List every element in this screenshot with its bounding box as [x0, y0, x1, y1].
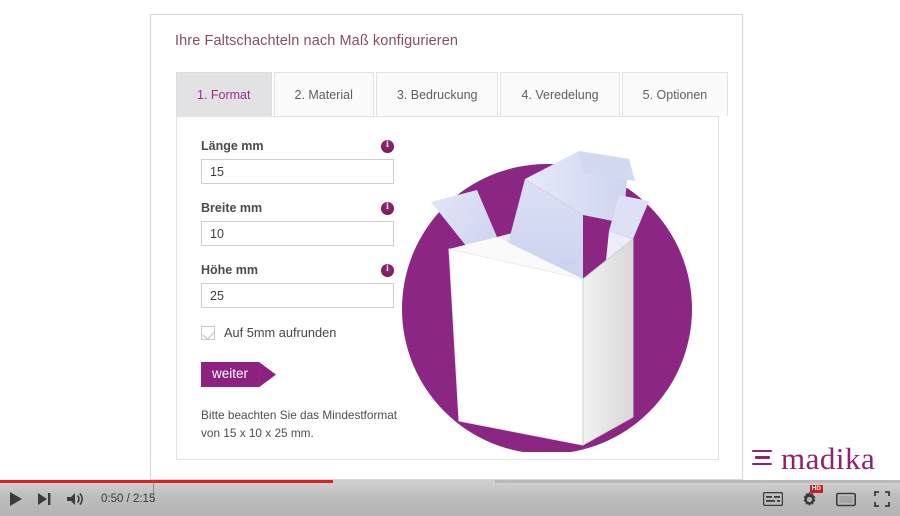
- field-laenge-label: Länge mm: [201, 139, 264, 153]
- tab-format[interactable]: 1. Format: [176, 72, 272, 116]
- hint-line-2: von 15 x 10 x 25 mm.: [201, 426, 314, 441]
- next-icon[interactable]: [37, 491, 52, 507]
- settings-button[interactable]: HD: [801, 484, 823, 508]
- breite-input[interactable]: [201, 221, 394, 246]
- round-up-label: Auf 5mm aufrunden: [224, 325, 337, 340]
- field-hoehe-label: Höhe mm: [201, 263, 258, 277]
- theater-mode-icon[interactable]: [836, 492, 856, 507]
- field-breite: Breite mm i: [201, 201, 396, 246]
- weiter-button[interactable]: weiter: [201, 362, 277, 388]
- hint-line-1: Bitte beachten Sie das Mindestformat: [201, 408, 398, 423]
- folding-box-illustration: [387, 127, 717, 452]
- player-controls-left: 0:50 / 2:15: [8, 481, 155, 516]
- round-up-checkbox[interactable]: [201, 325, 215, 340]
- configurator-card: Ihre Faltschachteln nach Maß konfigurier…: [150, 14, 743, 480]
- video-frame: Ihre Faltschachteln nach Maß konfigurier…: [0, 0, 900, 516]
- tab-panel-format: Länge mm i Breite mm i Höhe mm: [176, 116, 719, 460]
- tab-material[interactable]: 2. Material: [273, 72, 374, 116]
- page-title: Ihre Faltschachteln nach Maß konfigurier…: [175, 33, 459, 49]
- tab-veredelung[interactable]: 4. Veredelung: [500, 72, 620, 116]
- field-breite-header: Breite mm i: [201, 201, 394, 215]
- hd-quality-badge: HD: [809, 484, 823, 493]
- field-hoehe-header: Höhe mm i: [201, 263, 394, 277]
- subtitles-icon[interactable]: [763, 492, 783, 506]
- player-controls-right: HD: [763, 481, 890, 516]
- volume-icon[interactable]: [66, 491, 85, 507]
- three-bars-icon: [752, 449, 772, 468]
- field-hoehe: Höhe mm i: [201, 263, 396, 308]
- hoehe-input[interactable]: [201, 283, 394, 308]
- folding-box-svg: [402, 151, 692, 452]
- field-laenge-header: Länge mm i: [201, 139, 394, 153]
- box-front-face: [449, 249, 583, 445]
- arrow-right-icon: [259, 362, 277, 388]
- format-form: Länge mm i Breite mm i Höhe mm: [201, 139, 397, 443]
- field-breite-label: Breite mm: [201, 201, 263, 215]
- tab-bedruckung[interactable]: 3. Bedruckung: [375, 72, 499, 116]
- laenge-input[interactable]: [201, 159, 394, 184]
- round-up-checkbox-row[interactable]: Auf 5mm aufrunden: [201, 325, 396, 340]
- fullscreen-icon[interactable]: [874, 491, 890, 507]
- video-player-controls: 0:50 / 2:15 HD: [0, 480, 900, 516]
- minimum-format-hint: Bitte beachten Sie das Mindestformat von…: [201, 406, 401, 443]
- madika-logo: madika: [752, 443, 875, 474]
- field-laenge: Länge mm i: [201, 139, 396, 184]
- logo-wordmark: madika: [781, 441, 876, 476]
- tab-optionen[interactable]: 5. Optionen: [621, 72, 729, 116]
- time-display: 0:50 / 2:15: [101, 493, 156, 505]
- settings-gear-icon[interactable]: [801, 491, 818, 508]
- play-icon[interactable]: [8, 491, 23, 507]
- weiter-button-label: weiter: [201, 362, 260, 388]
- tab-bar: 1. Format 2. Material 3. Bedruckung 4. V…: [176, 72, 729, 116]
